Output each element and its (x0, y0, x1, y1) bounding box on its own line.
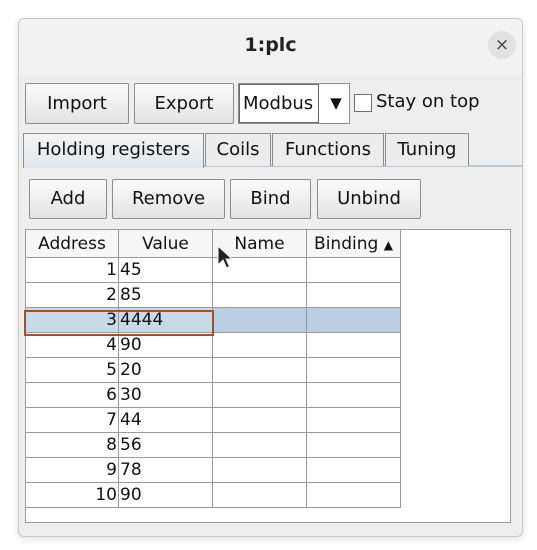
column-header-label: Value (142, 233, 189, 254)
protocol-select-value: Modbus (239, 84, 319, 123)
protocol-select[interactable]: Modbus ▼ (238, 83, 350, 124)
value-cell[interactable]: 30 (118, 382, 213, 408)
address-cell[interactable]: 7 (26, 407, 119, 433)
name-cell[interactable] (212, 432, 307, 458)
address-cell[interactable]: 10 (26, 482, 119, 508)
unbind-button[interactable]: Unbind (317, 179, 421, 219)
table-row[interactable]: 7 44 (26, 407, 401, 433)
close-icon[interactable]: × (488, 31, 516, 59)
name-cell[interactable] (212, 407, 307, 433)
address-cell[interactable]: 9 (26, 457, 119, 483)
export-button[interactable]: Export (134, 83, 234, 124)
tab-holding-registers[interactable]: Holding registers (23, 133, 204, 168)
table-row-selected[interactable]: 3 4444 (26, 307, 401, 333)
address-cell[interactable]: 5 (26, 357, 119, 383)
name-cell[interactable] (212, 282, 307, 308)
tab-tuning[interactable]: Tuning (385, 133, 469, 166)
tab-functions[interactable]: Functions (272, 133, 384, 166)
table-row[interactable]: 8 56 (26, 432, 401, 458)
binding-cell[interactable] (306, 357, 401, 383)
chevron-down-icon[interactable]: ▼ (323, 84, 349, 123)
table-row[interactable]: 5 20 (26, 357, 401, 383)
value-cell[interactable]: 20 (118, 357, 213, 383)
table-row[interactable]: 9 78 (26, 457, 401, 483)
table-header-row: Address Value Name Binding ▲ (26, 230, 401, 258)
column-header-label: Address (38, 233, 106, 254)
table-row[interactable]: 2 85 (26, 282, 401, 308)
address-cell[interactable]: 8 (26, 432, 119, 458)
address-cell[interactable]: 6 (26, 382, 119, 408)
remove-button[interactable]: Remove (112, 179, 225, 219)
value-cell[interactable]: 90 (118, 332, 213, 358)
name-cell[interactable] (212, 332, 307, 358)
binding-cell[interactable] (306, 407, 401, 433)
plc-window: 1:plc × Import Export Modbus ▼ Stay on t… (18, 18, 523, 537)
name-cell[interactable] (212, 357, 307, 383)
binding-cell[interactable] (306, 457, 401, 483)
value-cell[interactable]: 85 (118, 282, 213, 308)
value-cell[interactable]: 45 (118, 257, 213, 283)
address-cell[interactable]: 3 (26, 307, 119, 333)
value-cell[interactable]: 56 (118, 432, 213, 458)
value-cell[interactable]: 90 (118, 482, 213, 508)
name-cell[interactable] (212, 457, 307, 483)
registers-table[interactable]: Address Value Name Binding ▲ 1 45 2 85 3… (25, 229, 511, 523)
address-cell[interactable]: 1 (26, 257, 119, 283)
binding-cell[interactable] (306, 257, 401, 283)
window-title: 1:plc (244, 34, 297, 56)
tab-coils[interactable]: Coils (205, 133, 271, 166)
name-cell[interactable] (212, 307, 307, 333)
table-row[interactable]: 6 30 (26, 382, 401, 408)
value-cell[interactable]: 4444 (118, 307, 213, 333)
stay-on-top-checkbox[interactable] (354, 94, 372, 112)
binding-cell[interactable] (306, 307, 401, 333)
column-header-label: Binding (314, 233, 379, 254)
binding-cell[interactable] (306, 282, 401, 308)
table-row[interactable]: 1 45 (26, 257, 401, 283)
value-cell[interactable]: 44 (118, 407, 213, 433)
table-row[interactable]: 10 90 (26, 482, 401, 508)
column-header-label: Name (234, 233, 285, 254)
binding-cell[interactable] (306, 482, 401, 508)
column-header-address[interactable]: Address (26, 230, 119, 258)
binding-cell[interactable] (306, 432, 401, 458)
name-cell[interactable] (212, 482, 307, 508)
sort-ascending-icon: ▲ (383, 237, 393, 252)
mouse-pointer-icon (217, 244, 234, 275)
address-cell[interactable]: 4 (26, 332, 119, 358)
column-header-value[interactable]: Value (118, 230, 213, 258)
title-bar[interactable]: 1:plc × (19, 19, 522, 75)
value-cell[interactable]: 78 (118, 457, 213, 483)
binding-cell[interactable] (306, 332, 401, 358)
address-cell[interactable]: 2 (26, 282, 119, 308)
name-cell[interactable] (212, 382, 307, 408)
table-row[interactable]: 4 90 (26, 332, 401, 358)
stay-on-top-label[interactable]: Stay on top (376, 91, 480, 112)
column-header-binding[interactable]: Binding ▲ (306, 230, 401, 258)
import-button[interactable]: Import (25, 83, 129, 124)
bind-button[interactable]: Bind (230, 179, 311, 219)
add-button[interactable]: Add (29, 179, 107, 219)
binding-cell[interactable] (306, 382, 401, 408)
